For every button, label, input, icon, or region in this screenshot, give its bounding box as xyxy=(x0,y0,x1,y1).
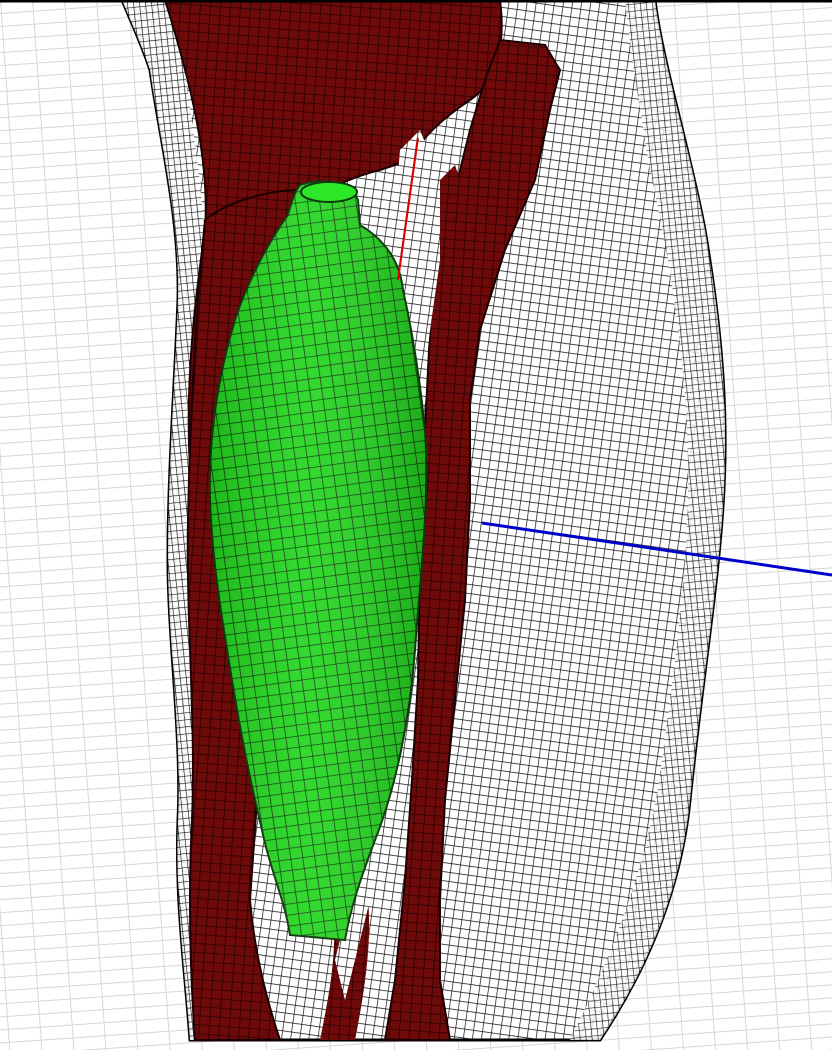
3d-scene-canvas[interactable] xyxy=(0,0,832,1050)
3d-viewport[interactable] xyxy=(0,0,832,1050)
green-implant-top-cap xyxy=(300,181,358,203)
